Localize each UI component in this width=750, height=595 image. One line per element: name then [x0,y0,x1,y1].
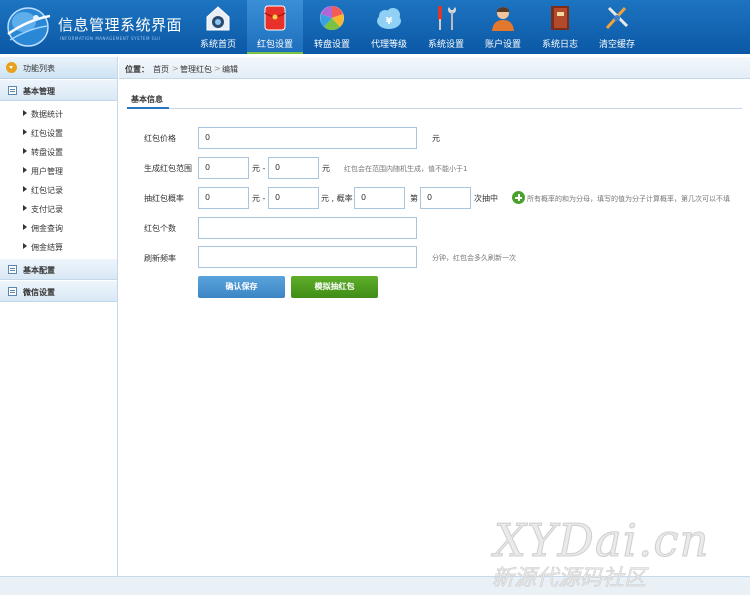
prob-di-text: 第 [410,194,418,203]
red-envelope-icon [264,5,286,31]
panel-divider [127,108,742,109]
simulate-draw-button[interactable]: 模拟抽红包 [291,276,378,298]
range-min-input[interactable]: 0 [198,157,249,179]
range-hint: 红包会在范围内随机生成，值不能小于1 [344,165,468,173]
prob-label: 抽红包概率 [144,194,184,203]
arrow-right-icon [23,148,27,154]
arrow-right-icon [23,129,27,135]
section-label: 基本管理 [23,87,55,96]
panel-title-underline [127,107,169,109]
prob-max-input[interactable]: 0 [268,187,319,209]
refresh-input[interactable] [198,246,417,268]
book-icon [551,6,569,30]
sidebar-section-basic-config[interactable]: 基本配置 [0,258,117,280]
nav-wheel[interactable]: 转盘设置 [304,0,360,54]
arrow-right-icon [23,224,27,230]
count-input[interactable] [198,217,417,239]
nav-label: 系统设置 [427,40,464,50]
save-button[interactable]: 确认保存 [198,276,285,298]
breadcrumb-separator: > [214,64,221,73]
breadcrumb-home[interactable]: 首页 [153,64,169,75]
nav-account-settings[interactable]: 账户设置 [475,0,531,54]
sidebar-item-wheel-settings[interactable]: 转盘设置 [0,142,117,161]
prob-min-input[interactable]: 0 [198,187,249,209]
arrow-right-icon [23,205,27,211]
app-logo: 信息管理系统界面 INFORMATION MANAGEMENT SYSTEM G… [6,4,196,50]
breadcrumb-manage-redpacket[interactable]: 管理红包 [180,64,212,75]
count-label: 红包个数 [144,224,176,233]
sidebar-header: 功能列表 [0,57,117,79]
range-unit: 元 [322,164,330,173]
prob-unit: 元 , 概率 [321,194,353,203]
arrow-right-icon [23,243,27,249]
nav-redpacket[interactable]: 红包设置 [247,0,303,54]
arrow-right-icon [23,167,27,173]
nav-home[interactable]: 系统首页 [190,0,246,54]
nav-label: 系统日志 [541,40,578,50]
prob-hint: 所有概率的和为分母，填写的值为分子计算概率，第几次可以不填 [527,195,730,203]
refresh-hint: 分钟，红包会多久刷新一次 [432,254,516,262]
add-plus-icon[interactable] [512,191,525,204]
price-unit: 元 [432,134,440,143]
user-icon [492,7,514,31]
nav-clear-cache[interactable]: 清空缓存 [589,0,645,54]
prob-hit-text: 次抽中 [474,194,498,203]
sidebar-item-redpacket-records[interactable]: 红包记录 [0,180,117,199]
nav-label: 代理等级 [370,40,407,50]
app-subtitle: INFORMATION MANAGEMENT SYSTEM GUI [60,36,161,41]
nav-label: 清空缓存 [598,40,635,50]
nav-agent-level[interactable]: ¥ 代理等级 [361,0,417,54]
sidebar-item-commission-query[interactable]: 佣金查询 [0,218,117,237]
yen-cloud-icon: ¥ [377,8,401,29]
section-label: 基本配置 [23,266,55,275]
range-label: 生成红包范围 [144,164,192,173]
price-input[interactable]: 0 [198,127,417,149]
range-sep: 元 - [252,164,266,173]
nav-system-settings[interactable]: 系统设置 [418,0,474,54]
breadcrumb-edit: 编辑 [222,65,238,74]
top-header: 信息管理系统界面 INFORMATION MANAGEMENT SYSTEM G… [0,0,750,54]
sidebar-item-commission-settlement[interactable]: 佣金结算 [0,237,117,256]
home-camera-icon [206,6,230,31]
chevron-circle-icon [6,62,17,73]
nav-label: 账户设置 [484,40,521,50]
cleanup-tools-icon [605,6,629,30]
prob-sep: 元 - [252,194,266,203]
color-wheel-icon [320,6,344,31]
sidebar-item-redpacket-settings[interactable]: 红包设置 [0,123,117,142]
range-max-input[interactable]: 0 [268,157,319,179]
breadcrumb-separator: > [172,64,179,73]
sidebar-section-basic-management[interactable]: 基本管理 [0,79,117,101]
nav-label: 转盘设置 [313,40,350,50]
sidebar-item-user-management[interactable]: 用户管理 [0,161,117,180]
tools-icon [438,6,456,30]
panel-title: 基本信息 [131,95,163,104]
nav-label: 红包设置 [256,40,293,50]
refresh-label: 刷新频率 [144,254,176,263]
sidebar-item-payment-records[interactable]: 支付记录 [0,199,117,218]
sidebar: 功能列表 基本管理 数据统计 红包设置 转盘设置 用户管理 红包记录 支付记录 … [0,57,118,595]
sidebar-section-wechat-settings[interactable]: 微信设置 [0,280,117,302]
list-icon [8,287,17,296]
nav-system-log[interactable]: 系统日志 [532,0,588,54]
breadcrumb-prefix: 位置： [125,65,149,74]
svg-text:¥: ¥ [386,16,393,27]
price-label: 红包价格 [144,134,176,143]
app-title: 信息管理系统界面 [58,16,183,34]
nav-label: 系统首页 [199,40,236,50]
section-label: 微信设置 [23,288,55,297]
watermark-subtext: 新源代源码社区 [492,566,647,592]
prob-nth-input[interactable]: 0 [420,187,471,209]
arrow-right-icon [23,110,27,116]
breadcrumb: 位置： 首页 > 管理红包 > 编辑 [119,57,750,79]
sidebar-header-label: 功能列表 [23,64,55,73]
list-icon [8,86,17,95]
globe-logo-icon [7,7,50,47]
list-icon [8,265,17,274]
sidebar-item-data-stats[interactable]: 数据统计 [0,104,117,123]
arrow-right-icon [23,186,27,192]
sidebar-list: 数据统计 红包设置 转盘设置 用户管理 红包记录 支付记录 佣金查询 佣金结算 [0,101,117,258]
prob-value-input[interactable]: 0 [354,187,405,209]
